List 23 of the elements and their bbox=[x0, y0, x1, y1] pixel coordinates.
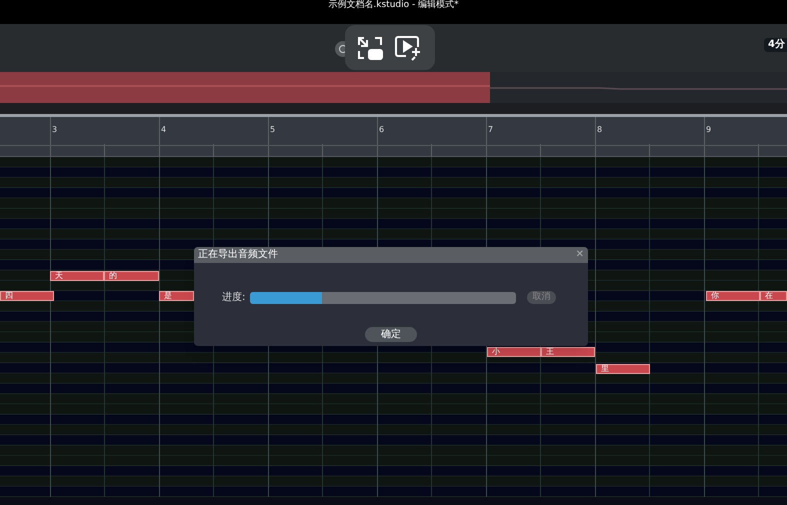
progress-label: 进度: bbox=[222, 290, 246, 305]
bar-number: 4 bbox=[161, 125, 166, 135]
note-block[interactable]: 天 bbox=[50, 271, 104, 281]
bar-number: 9 bbox=[706, 125, 712, 135]
note-block[interactable]: 的 bbox=[104, 271, 159, 281]
note-block[interactable]: 王 bbox=[541, 347, 595, 357]
close-button[interactable]: ✕ bbox=[576, 250, 584, 260]
dialog-title: 正在导出音频文件 bbox=[198, 249, 278, 261]
toggle-icon[interactable] bbox=[335, 41, 345, 57]
bar-number: 5 bbox=[270, 125, 276, 135]
bar-number: 8 bbox=[597, 125, 602, 135]
ok-button[interactable]: 确定 bbox=[365, 327, 417, 342]
note-block[interactable]: 里 bbox=[596, 364, 650, 374]
time-badge: 4分 bbox=[764, 38, 787, 52]
note-block[interactable]: 四 bbox=[0, 291, 54, 301]
note-block[interactable]: 小 bbox=[487, 347, 541, 357]
bar-number: 6 bbox=[379, 125, 384, 135]
note-block[interactable]: 在 bbox=[760, 291, 787, 301]
minimize-window-icon[interactable] bbox=[356, 36, 382, 60]
note-block[interactable]: 是 bbox=[159, 291, 194, 301]
bar-number: 3 bbox=[52, 125, 58, 135]
bar-number: 7 bbox=[488, 125, 494, 135]
note-block[interactable]: 你 bbox=[706, 291, 760, 301]
